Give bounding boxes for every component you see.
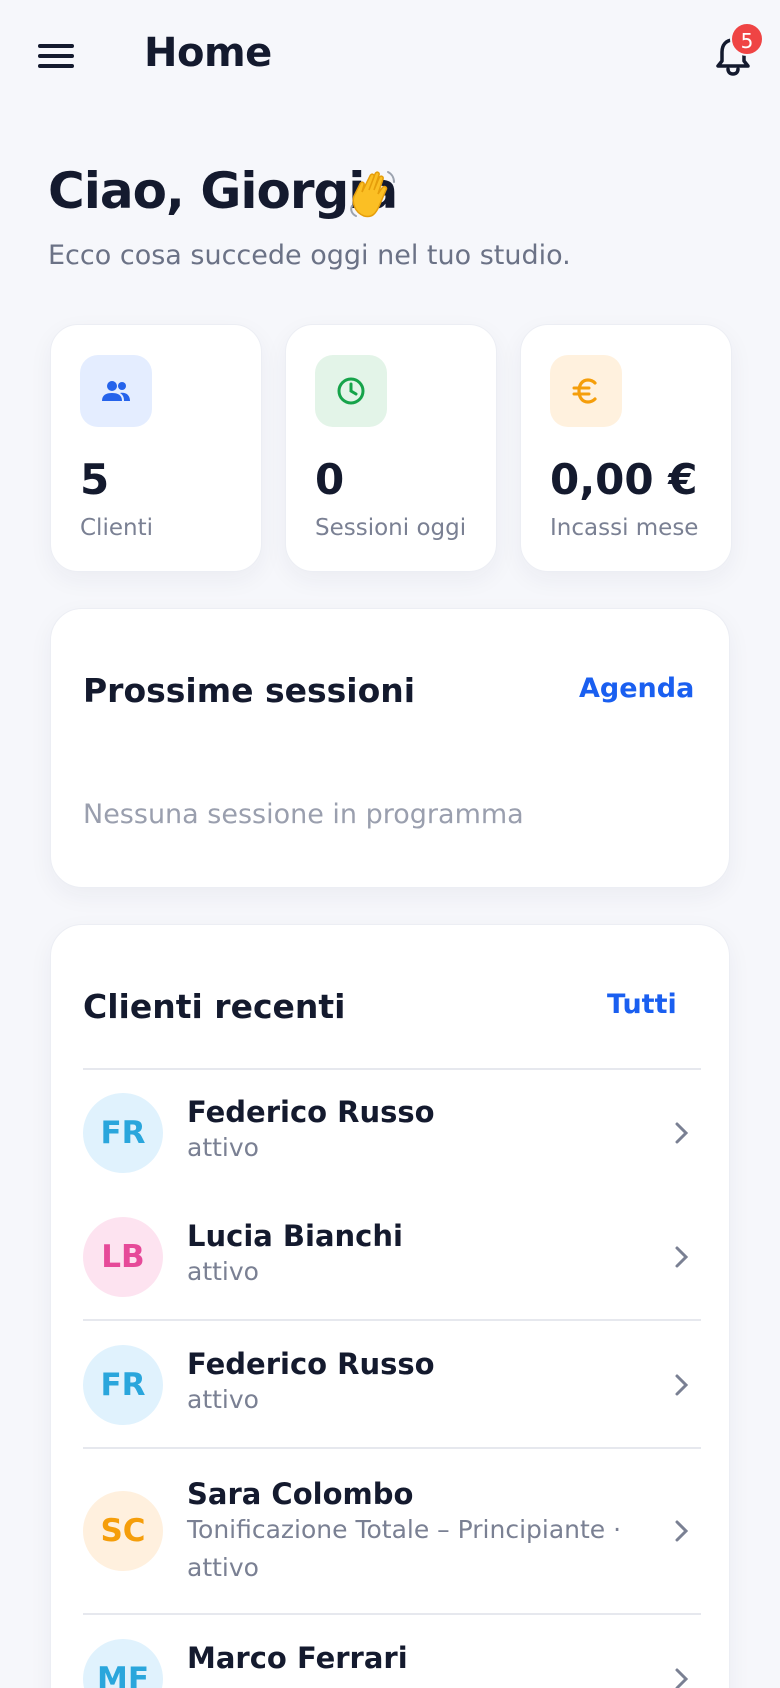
upcoming-sessions-card: Prossime sessioni Agenda Nessuna session… <box>50 608 730 888</box>
stat-card-sessions-today[interactable]: 0 Sessioni oggi <box>285 324 497 572</box>
stat-label: Clienti <box>80 515 153 541</box>
client-status: attivo <box>187 1385 259 1414</box>
hamburger-menu-icon[interactable] <box>34 38 78 74</box>
client-row[interactable]: FR Federico Russo attivo <box>83 1345 701 1435</box>
recent-clients-card: Clienti recenti Tutti FR Federico Russo … <box>50 924 730 1688</box>
stat-label: Incassi mese <box>550 515 699 541</box>
divider <box>83 1613 701 1615</box>
page-title: Home <box>144 30 272 76</box>
client-row[interactable]: LB Lucia Bianchi attivo <box>83 1217 701 1307</box>
empty-state-text: Nessuna sessione in programma <box>83 799 524 830</box>
stat-label: Sessioni oggi <box>315 515 467 541</box>
stat-value: 5 <box>80 455 110 504</box>
stat-card-monthly-income[interactable]: 0,00 € Incassi mese <box>520 324 732 572</box>
client-row[interactable]: SC Sara Colombo Tonificazione Totale – P… <box>83 1477 701 1617</box>
client-name: Sara Colombo <box>187 1477 414 1511</box>
client-status: attivo <box>187 1553 259 1582</box>
top-bar: Home 5 <box>0 0 780 116</box>
waving-hand-icon <box>344 166 400 222</box>
client-row[interactable]: FR Federico Russo attivo <box>83 1093 701 1183</box>
chevron-right-icon <box>675 1520 689 1542</box>
card-title: Clienti recenti <box>83 987 346 1026</box>
client-program: Tonificazione Totale – Principiante · <box>187 1515 622 1544</box>
avatar: FR <box>83 1345 163 1425</box>
card-title: Prossime sessioni <box>83 671 416 710</box>
divider <box>83 1068 701 1070</box>
stat-value: 0 <box>315 455 345 504</box>
stat-card-clients[interactable]: 5 Clienti <box>50 324 262 572</box>
stat-value: 0,00 € <box>550 455 698 504</box>
clock-icon <box>315 355 387 427</box>
euro-icon <box>550 355 622 427</box>
client-row[interactable]: MF Marco Ferrari <box>83 1639 701 1688</box>
client-name: Lucia Bianchi <box>187 1219 403 1253</box>
avatar: SC <box>83 1491 163 1571</box>
divider <box>83 1319 701 1321</box>
client-name: Federico Russo <box>187 1347 435 1381</box>
avatar: FR <box>83 1093 163 1173</box>
client-status: attivo <box>187 1257 259 1286</box>
avatar: LB <box>83 1217 163 1297</box>
chevron-right-icon <box>675 1246 689 1268</box>
all-clients-link[interactable]: Tutti <box>607 989 677 1020</box>
notification-badge: 5 <box>730 22 764 56</box>
greeting-subtitle: Ecco cosa succede oggi nel tuo studio. <box>48 240 571 271</box>
client-status: attivo <box>187 1133 259 1162</box>
agenda-link[interactable]: Agenda <box>579 673 694 704</box>
client-name: Federico Russo <box>187 1095 435 1129</box>
avatar: MF <box>83 1639 163 1688</box>
chevron-right-icon <box>675 1122 689 1144</box>
chevron-right-icon <box>675 1374 689 1396</box>
chevron-right-icon <box>675 1668 689 1688</box>
divider <box>83 1447 701 1449</box>
client-name: Marco Ferrari <box>187 1641 408 1675</box>
users-icon <box>80 355 152 427</box>
